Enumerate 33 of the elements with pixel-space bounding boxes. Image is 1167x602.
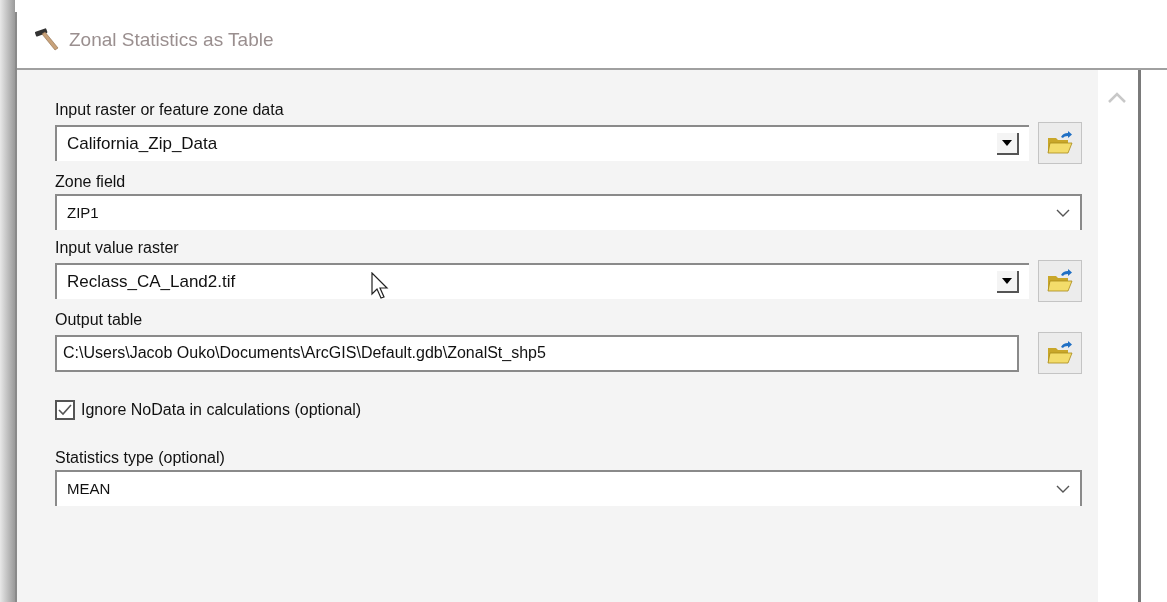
folder-icon: [1046, 268, 1074, 294]
hammer-icon: [33, 27, 61, 53]
scroll-up-icon[interactable]: [1108, 92, 1126, 104]
checkbox[interactable]: [55, 400, 75, 420]
combo-box[interactable]: Reclass_CA_Land2.tif: [55, 263, 1029, 299]
field-value: California_Zip_Data: [67, 133, 218, 156]
dropdown-field[interactable]: MEAN: [55, 470, 1082, 506]
field-value: ZIP1: [67, 202, 99, 223]
field-label: Input raster or feature zone data: [55, 100, 285, 120]
caret-down-icon: [1002, 140, 1012, 146]
folder-icon: [1046, 130, 1074, 156]
field-value: C:\Users\Jacob Ouko\Documents\ArcGIS\Default.gdb\ZonalSt_shp5: [63, 343, 546, 363]
browse-button[interactable]: [1038, 332, 1082, 374]
checkbox-label: Ignore NoData in calculations (optional): [81, 400, 362, 420]
mouse-pointer-icon: [371, 272, 391, 300]
chevron-down-icon: [1056, 209, 1070, 217]
field-value: MEAN: [67, 478, 111, 499]
dropdown-button[interactable]: [997, 271, 1019, 293]
caret-down-icon: [1002, 278, 1012, 284]
chevron-down-icon: [1056, 485, 1070, 493]
dropdown-button[interactable]: [997, 133, 1019, 155]
folder-icon: [1046, 340, 1074, 366]
window-title: Zonal Statistics as Table: [69, 27, 274, 52]
dropdown-field[interactable]: ZIP1: [55, 194, 1082, 230]
field-label: Input value raster: [55, 238, 180, 258]
field-label: Zone field: [55, 172, 127, 192]
input-field[interactable]: C:\Users\Jacob Ouko\Documents\ArcGIS\Default.gdb\ZonalSt_shp5: [55, 334, 1019, 372]
browse-button[interactable]: [1038, 122, 1082, 164]
field-label: Statistics type (optional): [55, 448, 226, 468]
combo-box[interactable]: California_Zip_Data: [55, 125, 1029, 161]
field-value: Reclass_CA_Land2.tif: [67, 271, 236, 294]
browse-button[interactable]: [1038, 260, 1082, 302]
field-label: Output table: [55, 310, 144, 330]
